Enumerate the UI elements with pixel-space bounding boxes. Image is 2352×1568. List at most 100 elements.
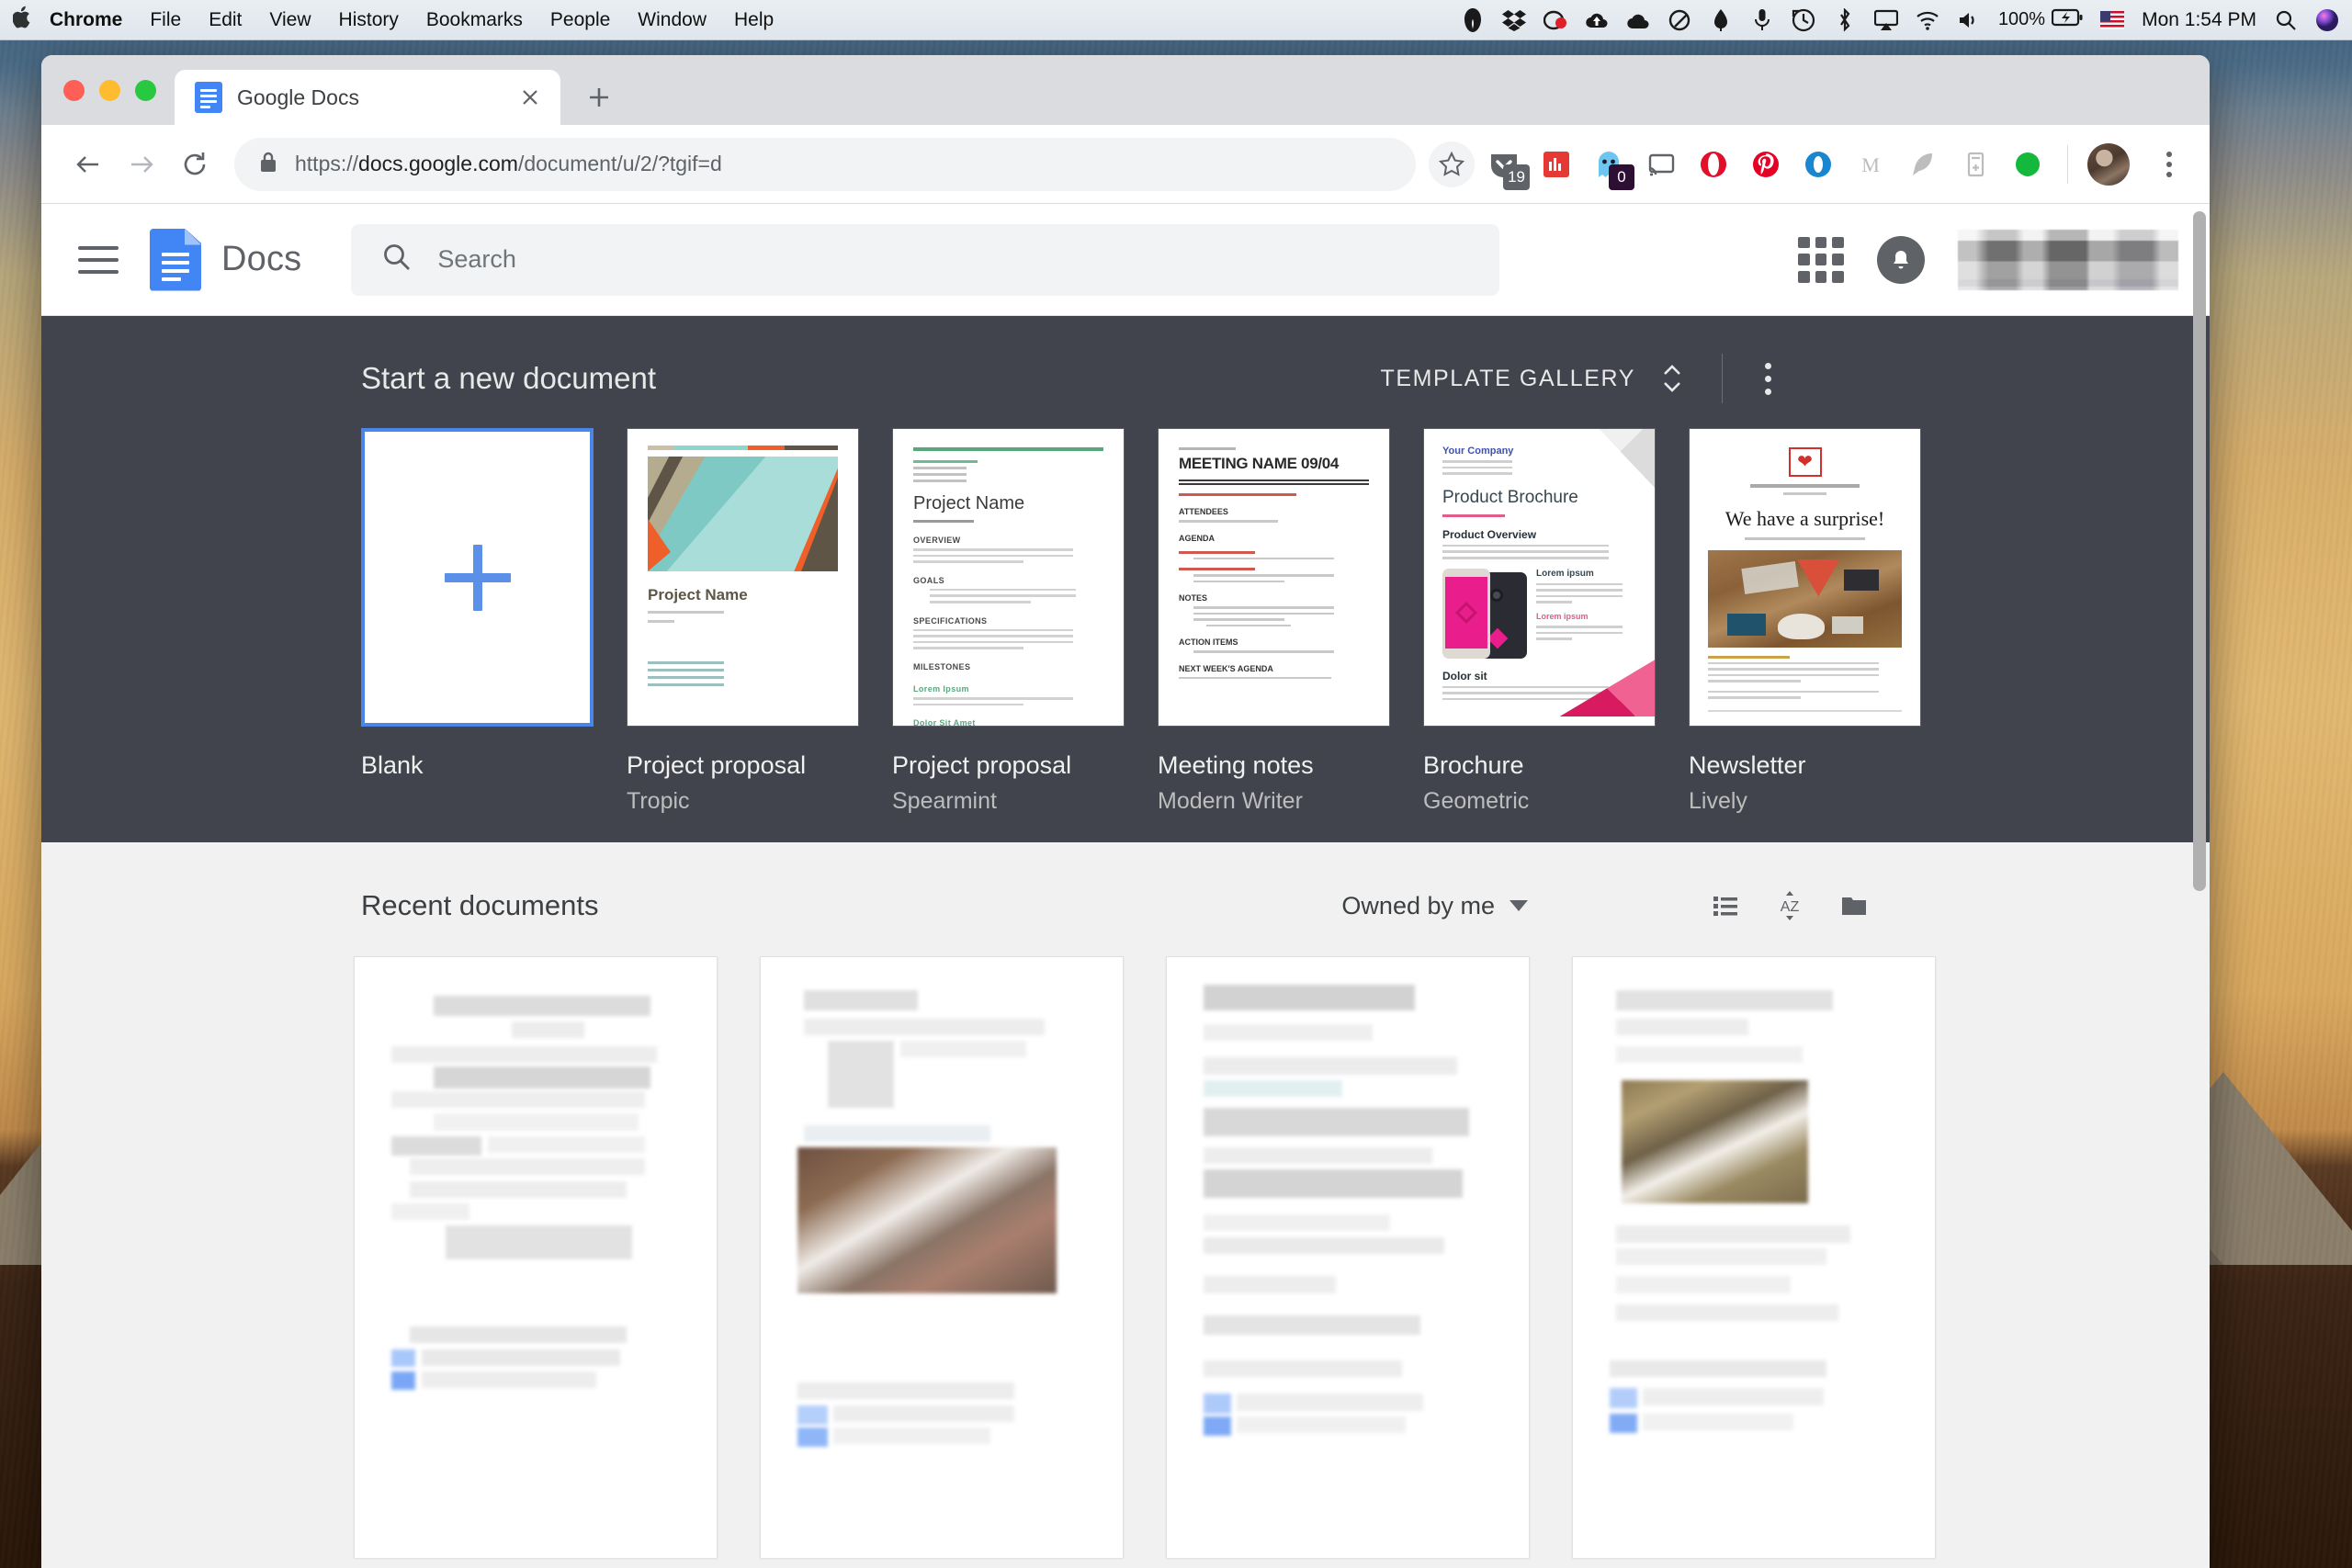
volume-icon[interactable] — [1957, 8, 1981, 32]
search-box[interactable] — [351, 223, 1500, 296]
mail-checker-extension-icon[interactable] — [1536, 144, 1577, 185]
templates-header: Start a new document TEMPLATE GALLERY — [41, 349, 2210, 408]
cast-icon[interactable] — [1641, 144, 1681, 185]
svg-text:M: M — [1861, 153, 1880, 176]
close-window-button[interactable] — [63, 79, 85, 101]
page-scrollbar[interactable] — [2193, 211, 2206, 1561]
recent-documents-grid-row-2 — [41, 1558, 2210, 1568]
hamburger-menu-icon[interactable] — [73, 234, 124, 286]
pocket-extension-icon[interactable]: 19 — [1484, 144, 1530, 190]
template-name: Project proposal — [627, 751, 807, 779]
recent-document-card-3[interactable] — [1166, 956, 1530, 1558]
template-card-spearmint[interactable]: Project Name OVERVIEW GOALS SPECIFICATIO… — [892, 428, 1125, 815]
time-machine-icon[interactable] — [1792, 8, 1815, 32]
bluetooth-icon[interactable] — [1833, 7, 1857, 32]
template-card-blank[interactable]: Blank — [361, 428, 594, 815]
owner-filter-dropdown[interactable]: Owned by me — [1341, 892, 1528, 920]
notes-extension-icon[interactable] — [1955, 144, 1996, 185]
account-info-blurred[interactable] — [1958, 229, 2178, 290]
template-card-lively[interactable]: ❤ We have a surprise! Newsletter Lively — [1689, 428, 1921, 815]
search-icon[interactable] — [2274, 8, 2298, 32]
template-card-geometric[interactable]: Your Company Product Brochure Product Ov… — [1423, 428, 1656, 815]
backblaze-icon[interactable] — [1543, 8, 1567, 32]
sort-az-icon[interactable]: AZ — [1758, 874, 1822, 938]
browser-tab-google-docs[interactable]: Google Docs — [175, 70, 560, 125]
address-bar[interactable]: https://docs.google.com/document/u/2/?tg… — [234, 137, 1416, 191]
dropbox-alt-icon[interactable] — [1709, 8, 1733, 32]
search-input[interactable] — [437, 245, 1469, 274]
notification-bell-icon[interactable] — [1877, 235, 1925, 284]
url-path: /document/u/2/?tgif=d — [517, 152, 722, 175]
wifi-icon[interactable] — [1916, 8, 1939, 32]
menu-item-people[interactable]: People — [550, 9, 610, 31]
blurred-document-with-photo — [760, 956, 1124, 1558]
airplay-icon[interactable] — [1873, 8, 1898, 32]
modern-writer-thumbnail: MEETING NAME 09/04 ATTENDEES AGENDA NOTE… — [1158, 428, 1390, 727]
mw-section: ATTENDEES — [1179, 507, 1228, 516]
tropic-thumbnail: Project Name — [627, 428, 859, 727]
menu-item-bookmarks[interactable]: Bookmarks — [426, 9, 523, 31]
spearmint-section: MILESTONES — [913, 661, 971, 671]
recent-document-card-2[interactable] — [760, 956, 1124, 1558]
menu-item-help[interactable]: Help — [734, 9, 774, 31]
pinterest-extension-icon[interactable] — [1746, 144, 1786, 185]
template-card-modern-writer[interactable]: MEETING NAME 09/04 ATTENDEES AGENDA NOTE… — [1158, 428, 1390, 815]
minimize-window-button[interactable] — [99, 79, 120, 101]
us-flag-icon[interactable] — [2100, 8, 2125, 32]
template-card-tropic[interactable]: Project Name Project proposal Tropic — [627, 428, 859, 815]
menu-item-history[interactable]: History — [339, 9, 399, 31]
profile-avatar[interactable] — [2087, 142, 2130, 186]
google-docs-home-page: Docs Start a new document — [41, 204, 2210, 1568]
reload-icon[interactable] — [168, 138, 221, 191]
forward-arrow-icon[interactable] — [115, 138, 168, 191]
chevron-expand-icon[interactable] — [1650, 358, 1694, 399]
geometric-thumbnail: Your Company Product Brochure Product Ov… — [1423, 428, 1656, 727]
mw-title: MEETING NAME 09/04 — [1179, 455, 1340, 472]
maximize-window-button[interactable] — [135, 79, 156, 101]
battery-status[interactable]: 100% — [1998, 8, 2083, 32]
menu-bar-clock[interactable]: Mon 1:54 PM — [2142, 9, 2256, 31]
recent-document-card-1[interactable] — [354, 956, 718, 1558]
list-view-icon[interactable] — [1693, 874, 1758, 938]
menu-item-file[interactable]: File — [150, 9, 181, 31]
grammarly-icon[interactable] — [1668, 8, 1691, 32]
file-picker-folder-icon[interactable] — [1822, 874, 1886, 938]
lively-thumbnail: ❤ We have a surprise! — [1689, 428, 1921, 727]
menu-item-chrome[interactable]: Chrome — [50, 9, 122, 31]
close-icon[interactable] — [516, 84, 544, 111]
spearmint-section: OVERVIEW — [913, 536, 961, 545]
menu-item-window[interactable]: Window — [638, 9, 707, 31]
scrollbar-thumb[interactable] — [2193, 211, 2206, 891]
battery-percent-label: 100% — [1997, 9, 2046, 29]
template-gallery-button[interactable]: TEMPLATE GALLERY — [1380, 366, 1635, 392]
new-tab-button[interactable] — [575, 73, 623, 121]
microphone-icon[interactable] — [1750, 8, 1774, 32]
template-subtitle: Modern Writer — [1158, 788, 1303, 814]
evernote-icon[interactable] — [1461, 7, 1485, 32]
macos-menu-bar: Chrome File Edit View History Bookmarks … — [0, 0, 2352, 40]
siri-icon[interactable] — [2315, 8, 2339, 32]
more-options-kebab-icon[interactable] — [1750, 353, 1785, 404]
cloud-upload-icon[interactable] — [1585, 8, 1609, 32]
blue-circle-extension-icon[interactable] — [1798, 144, 1838, 185]
recent-documents-header: Recent documents Owned by me AZ — [41, 874, 2210, 938]
menu-item-view[interactable]: View — [269, 9, 311, 31]
chrome-menu-kebab-icon[interactable] — [2149, 141, 2189, 187]
bookmark-star-icon[interactable] — [1429, 141, 1475, 187]
google-apps-grid-icon[interactable] — [1798, 236, 1844, 283]
page-title: Docs — [221, 240, 302, 278]
ghostery-extension-icon[interactable]: 0 — [1589, 144, 1634, 190]
cloud-icon[interactable] — [1626, 8, 1650, 32]
recent-document-card-4[interactable] — [1572, 956, 1936, 1558]
heart-icon: ❤ — [1788, 447, 1822, 477]
menu-item-edit[interactable]: Edit — [209, 9, 242, 31]
apple-logo-icon[interactable] — [12, 6, 33, 35]
chrome-browser-window: Google Docs https://docs.google.com/docu… — [41, 55, 2210, 1568]
feather-extension-icon[interactable] — [1903, 144, 1943, 185]
medium-extension-icon[interactable]: M — [1850, 144, 1891, 185]
google-docs-favicon — [195, 82, 222, 113]
dropbox-icon[interactable] — [1501, 8, 1526, 32]
evernote-web-clipper-icon[interactable] — [2007, 144, 2048, 185]
back-arrow-icon[interactable] — [62, 138, 115, 191]
opera-extension-icon[interactable] — [1693, 144, 1734, 185]
